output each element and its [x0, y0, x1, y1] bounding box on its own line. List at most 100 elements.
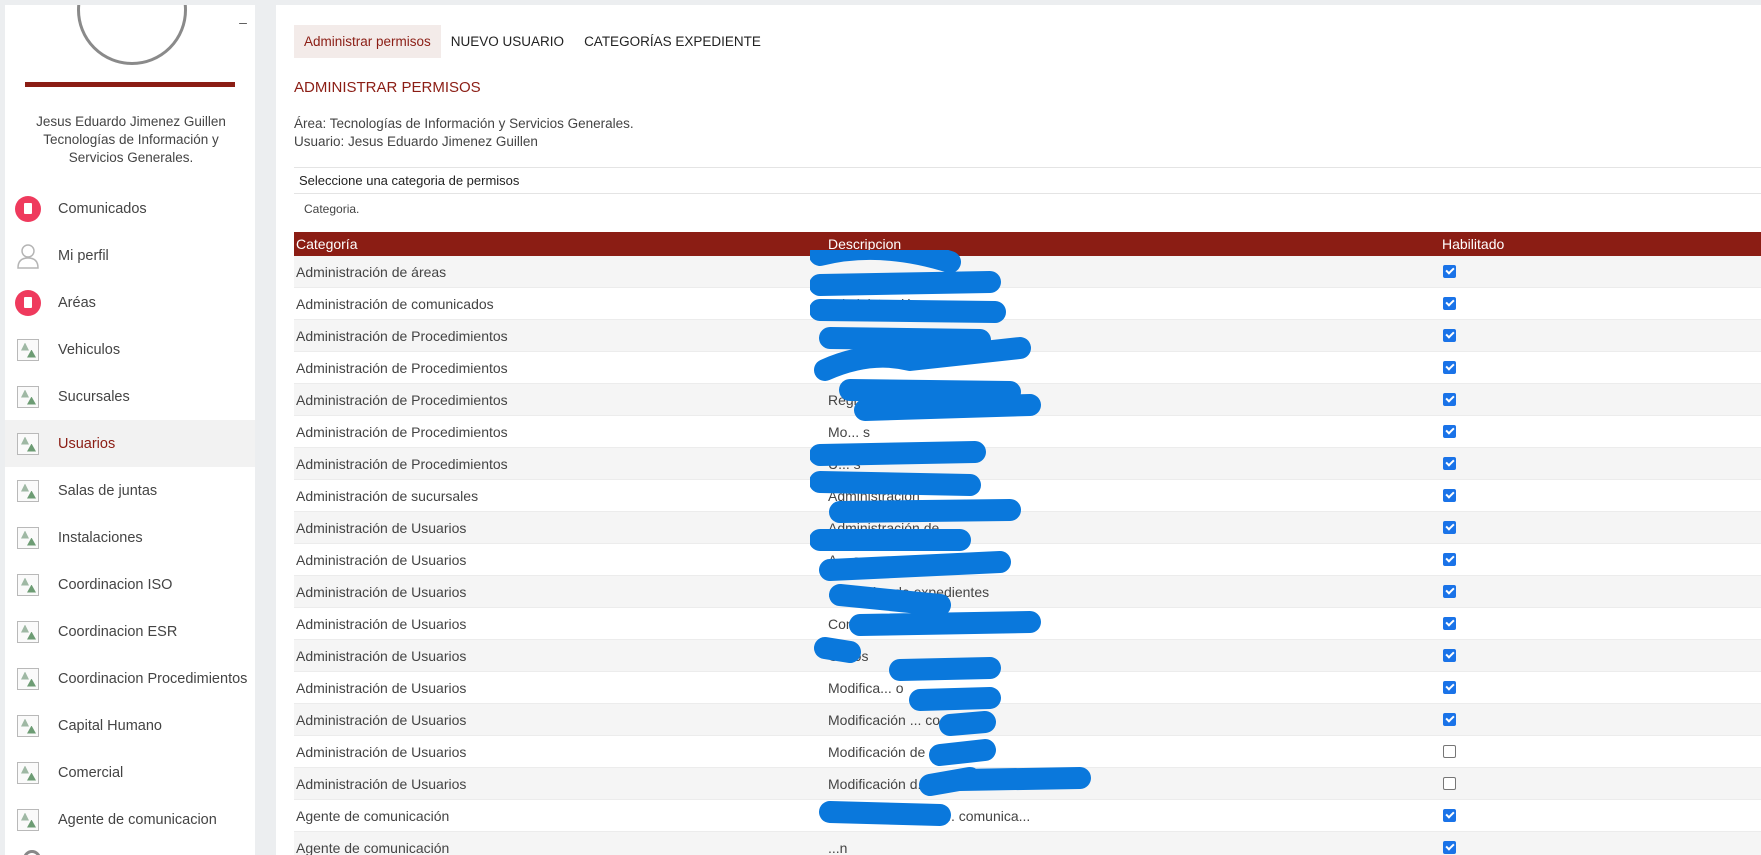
- sidebar-item-label: Capital Humano: [58, 717, 162, 734]
- sidebar-item-salas-de-juntas[interactable]: Salas de juntas: [5, 467, 255, 514]
- cell-habilitado: [1440, 841, 1761, 854]
- header-categoria[interactable]: Categoría: [294, 232, 828, 256]
- cell-descripcion: ...tegorías de expedientes: [828, 583, 990, 600]
- cell-categoria: Administración de Usuarios: [296, 679, 467, 696]
- cell-habilitado: [1440, 521, 1761, 534]
- sidebar-item-vehiculos[interactable]: Vehiculos: [5, 326, 255, 373]
- broken-image-icon: [15, 666, 41, 692]
- sidebar-item-sucursales[interactable]: Sucursales: [5, 373, 255, 420]
- habilitado-checkbox[interactable]: [1443, 777, 1456, 790]
- table-body: Administración de áreas Administración de…: [294, 256, 1761, 855]
- sidebar-item-comunicados[interactable]: Comunicados: [5, 185, 255, 232]
- cell-categoria: Agente de comunicación: [296, 807, 450, 824]
- sidebar: – Jesus Eduardo Jimenez Guillen Tecnolog…: [5, 5, 255, 855]
- broken-image-icon: [15, 337, 41, 363]
- broken-image-icon: [15, 384, 41, 410]
- habilitado-checkbox[interactable]: [1443, 649, 1456, 662]
- sidebar-item-mi-perfil[interactable]: Mi perfil: [5, 232, 255, 279]
- table-row: Administración de Procedimientos C: [294, 352, 1761, 384]
- cell-categoria: Administración de Procedimientos: [296, 327, 508, 344]
- habilitado-checkbox[interactable]: [1443, 489, 1456, 502]
- sidebar-item-capital-humano[interactable]: Capital Humano: [5, 702, 255, 749]
- usuario-text: Usuario: Jesus Eduardo Jimenez Guillen: [294, 134, 538, 149]
- table-row: Administración de Usuarios Modificación .…: [294, 704, 1761, 736]
- table-row: Administración de Usuarios ...tegorías de…: [294, 576, 1761, 608]
- cell-descripcion: Administración de ... comunica...: [828, 807, 1031, 824]
- sidebar-item-label: Comercial: [58, 764, 124, 781]
- cell-habilitado: [1440, 553, 1761, 566]
- table-row: Administración de Procedimientos U... s: [294, 448, 1761, 480]
- sidebar-item-label: Aréas: [58, 294, 96, 311]
- cell-descripcion: Modificación d... o: [828, 775, 941, 792]
- table-row: Administración de Usuarios Administración…: [294, 512, 1761, 544]
- habilitado-checkbox[interactable]: [1443, 521, 1456, 534]
- table-header: Categoría Descripcion Habilitado: [294, 232, 1761, 256]
- broken-image-icon: [15, 713, 41, 739]
- habilitado-checkbox[interactable]: [1443, 681, 1456, 694]
- avatar[interactable]: [77, 5, 187, 65]
- sidebar-nav: Comunicados Mi perfil Aréas Vehiculos Sucurs…: [5, 185, 255, 843]
- tab-categorias-expediente[interactable]: CATEGORÍAS EXPEDIENTE: [574, 25, 771, 58]
- cell-categoria: Agente de comunicación: [296, 839, 450, 855]
- tab-administrar-permisos[interactable]: Administrar permisos: [294, 25, 441, 58]
- tab-bar: Administrar permisos NUEVO USUARIO CATEG…: [294, 25, 771, 58]
- habilitado-checkbox[interactable]: [1443, 457, 1456, 470]
- cell-descripcion: Registro de ... procedimientos: [828, 391, 1014, 408]
- sidebar-item-instalaciones[interactable]: Instalaciones: [5, 514, 255, 561]
- cell-categoria: Administración de Usuarios: [296, 743, 467, 760]
- table-row: Administración de Usuarios A... s: [294, 544, 1761, 576]
- sidebar-item-agente-de-comunicacion[interactable]: Agente de comunicacion: [5, 796, 255, 843]
- table-row: Administración de Usuarios Modifica... o: [294, 672, 1761, 704]
- header-descripcion[interactable]: Descripcion: [828, 232, 1440, 256]
- habilitado-checkbox[interactable]: [1443, 329, 1456, 342]
- table-row: Administración de Usuarios Modificación d…: [294, 768, 1761, 800]
- sidebar-item-label: Agente de comunicacion: [58, 811, 217, 828]
- habilitado-checkbox[interactable]: [1443, 745, 1456, 758]
- broken-image-icon: [15, 807, 41, 833]
- tab-nuevo-usuario[interactable]: NUEVO USUARIO: [441, 25, 574, 58]
- main-content: Administrar permisos NUEVO USUARIO CATEG…: [276, 5, 1761, 855]
- category-select[interactable]: Categoria.: [294, 194, 1761, 224]
- habilitado-checkbox[interactable]: [1443, 617, 1456, 630]
- habilitado-checkbox[interactable]: [1443, 841, 1456, 854]
- sidebar-item-usuarios[interactable]: Usuarios: [5, 420, 255, 467]
- cell-descripcion: Modifica... o: [828, 679, 904, 696]
- habilitado-checkbox[interactable]: [1443, 809, 1456, 822]
- cell-habilitado: [1440, 457, 1761, 470]
- gear-icon[interactable]: [23, 850, 41, 855]
- habilitado-checkbox[interactable]: [1443, 553, 1456, 566]
- habilitado-checkbox[interactable]: [1443, 713, 1456, 726]
- table-row: Administración de Usuarios Modificación d…: [294, 736, 1761, 768]
- sidebar-item-label: Mi perfil: [58, 247, 109, 264]
- sidebar-item-coordinacion-esr[interactable]: Coordinacion ESR: [5, 608, 255, 655]
- habilitado-checkbox[interactable]: [1443, 585, 1456, 598]
- cell-descripcion: [828, 256, 1440, 287]
- cell-habilitado: [1440, 809, 1761, 822]
- habilitado-checkbox[interactable]: [1443, 361, 1456, 374]
- cell-habilitado: [1440, 745, 1761, 758]
- cell-descripcion: Mo... s: [828, 423, 871, 440]
- cell-categoria: Administración de Procedimientos: [296, 455, 508, 472]
- sidebar-item-coordinacion-procedimientos[interactable]: Coordinacion Procedimientos: [5, 655, 255, 702]
- collapse-sidebar-button[interactable]: –: [236, 15, 250, 29]
- clipboard-icon: [15, 195, 41, 222]
- sidebar-item-comercial[interactable]: Comercial: [5, 749, 255, 796]
- cell-descripcion: Modificación de u: [828, 743, 937, 760]
- habilitado-checkbox[interactable]: [1443, 297, 1456, 310]
- habilitado-checkbox[interactable]: [1443, 265, 1456, 278]
- table-row: Administración de Usuarios Consultar dire…: [294, 608, 1761, 640]
- cell-categoria: Administración de sucursales: [296, 487, 479, 504]
- area-text: Área: Tecnologías de Información y Servi…: [294, 116, 634, 131]
- sidebar-item-label: Sucursales: [58, 388, 130, 405]
- header-habilitado[interactable]: Habilitado: [1440, 232, 1761, 256]
- cell-habilitado: [1440, 361, 1761, 374]
- broken-image-icon: [15, 760, 41, 786]
- habilitado-checkbox[interactable]: [1443, 393, 1456, 406]
- sidebar-item-coordinacion-iso[interactable]: Coordinacion ISO: [5, 561, 255, 608]
- habilitado-checkbox[interactable]: [1443, 425, 1456, 438]
- sidebar-item-aréas[interactable]: Aréas: [5, 279, 255, 326]
- cell-categoria: Administración de Usuarios: [296, 647, 467, 664]
- user-permission-info: Área: Tecnologías de Información y Servi…: [294, 115, 634, 151]
- broken-image-icon: [15, 478, 41, 504]
- sidebar-item-label: Usuarios: [58, 435, 116, 452]
